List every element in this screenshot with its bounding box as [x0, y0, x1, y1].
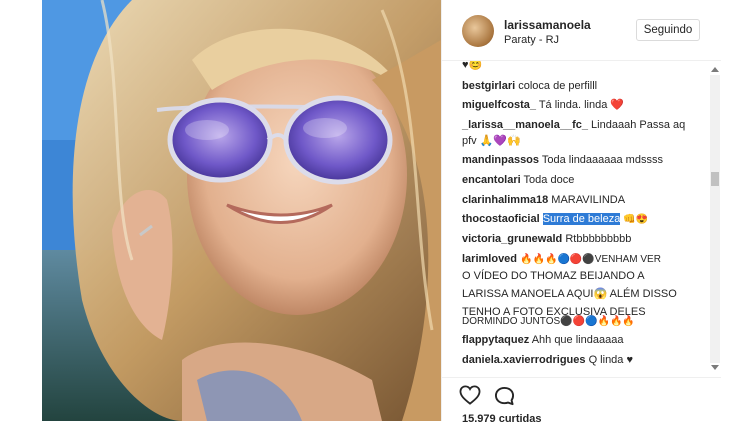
post-location[interactable]: Paraty - RJ [504, 34, 559, 46]
comment-emoji: 👊😍 [623, 214, 649, 225]
right-gutter [721, 0, 750, 421]
comment-text: DORMINDO JUNTOS⚫🔴🔵🔥🔥🔥 [462, 316, 635, 327]
comment-item: thocostaoficial Surra de beleza 👊😍 [462, 212, 702, 228]
heart-outline-icon[interactable] [459, 385, 481, 410]
scroll-up-arrow-icon[interactable] [711, 67, 719, 72]
comment-username[interactable]: bestgirlari [462, 80, 515, 92]
comment-text: Toda doce [523, 174, 575, 186]
comment-text: ♥😊 [462, 61, 483, 71]
comment-item: victoria_grunewald Rtbbbbbbbbb [462, 232, 702, 248]
comment-text: Ahh que lindaaaaa [531, 334, 624, 346]
comment-username[interactable]: mandinpassos [462, 154, 539, 166]
scroll-thumb[interactable] [711, 172, 719, 186]
comment-username[interactable]: encantolari [462, 174, 521, 186]
comment-text: O VÍDEO DO THOMAZ BEIJANDO A [462, 270, 645, 282]
post-photo-illustration [42, 0, 441, 421]
comment-item: encantolari Toda doce [462, 173, 702, 189]
avatar[interactable] [462, 15, 494, 47]
speech-bubble-icon[interactable] [494, 386, 515, 411]
comment-text: Q linda ♥ [588, 354, 634, 366]
comment-item: LARISSA MANOELA AQUI😱 ALÉM DISSO [462, 287, 702, 303]
comment-item: _larissa__manoela__fc_ Lindaaah Passa aq [462, 118, 702, 134]
comment-text: LARISSA MANOELA AQUI😱 ALÉM DISSO [462, 288, 677, 300]
following-button[interactable]: Seguindo [636, 19, 700, 41]
comment-item: clarinhalimma18 MARAVILINDA [462, 193, 702, 209]
comments-scrollbar[interactable] [708, 61, 722, 377]
comment-text: Toda lindaaaaaa mdssss [541, 154, 663, 166]
scroll-down-arrow-icon[interactable] [711, 365, 719, 370]
comment-text: Lindaaah Passa aq [591, 119, 686, 131]
scroll-track[interactable] [710, 75, 720, 363]
comment-username[interactable]: thocostaoficial [462, 213, 540, 225]
comment-item: flappytaquez Ahh que lindaaaaa [462, 333, 702, 349]
likes-count[interactable]: 15.979 curtidas [462, 413, 542, 425]
comment-text: MARAVILINDA [551, 194, 626, 206]
comment-text: Rtbbbbbbbbb [565, 233, 632, 245]
comment-item: mandinpassos Toda lindaaaaaa mdssss [462, 153, 702, 169]
comment-item: ♥😊 [462, 61, 702, 74]
left-gutter [0, 0, 42, 421]
comment-text: Tá linda. linda ❤️ [538, 99, 625, 111]
comment-item: larimloved 🔥🔥🔥🔵🔴⚫VENHAM VER [462, 252, 702, 268]
selected-comment-text: Surra de beleza [542, 213, 621, 225]
comment-username[interactable]: daniela.xavierrodrigues [462, 354, 586, 366]
comment-item: O VÍDEO DO THOMAZ BEIJANDO A [462, 269, 702, 285]
comment-list: ♥😊 bestgirlari coloca de perfilll miguel… [442, 61, 708, 377]
post-photo[interactable] [42, 0, 441, 421]
comment-item: miguelfcosta_ Tá linda. linda ❤️ [462, 98, 702, 114]
comment-username[interactable]: clarinhalimma18 [462, 194, 548, 206]
comment-item: daniela.xavierrodrigues Q linda ♥ [462, 353, 702, 369]
comment-item: pfv 🙏💜🙌 [462, 134, 702, 150]
comment-username[interactable]: miguelfcosta_ [462, 99, 536, 111]
comment-text: 🔥🔥🔥🔵🔴⚫VENHAM VER [520, 254, 661, 265]
comment-username[interactable]: flappytaquez [462, 334, 529, 346]
comment-item: bestgirlari coloca de perfilll [462, 79, 702, 95]
post-username[interactable]: larissamanoela [504, 18, 591, 32]
post-side-panel: larissamanoela Paraty - RJ Seguindo ♥😊 b… [441, 0, 722, 425]
comment-text: coloca de perfilll [518, 80, 598, 92]
comment-item: DORMINDO JUNTOS⚫🔴🔵🔥🔥🔥 [462, 314, 702, 330]
comment-username[interactable]: larimloved [462, 253, 517, 265]
comment-username[interactable]: victoria_grunewald [462, 233, 562, 245]
comment-text: pfv 🙏💜🙌 [462, 135, 521, 147]
comment-username[interactable]: _larissa__manoela__fc_ [462, 119, 588, 131]
post-actions: 15.979 curtidas [442, 377, 722, 425]
post-header: larissamanoela Paraty - RJ Seguindo [442, 0, 722, 61]
